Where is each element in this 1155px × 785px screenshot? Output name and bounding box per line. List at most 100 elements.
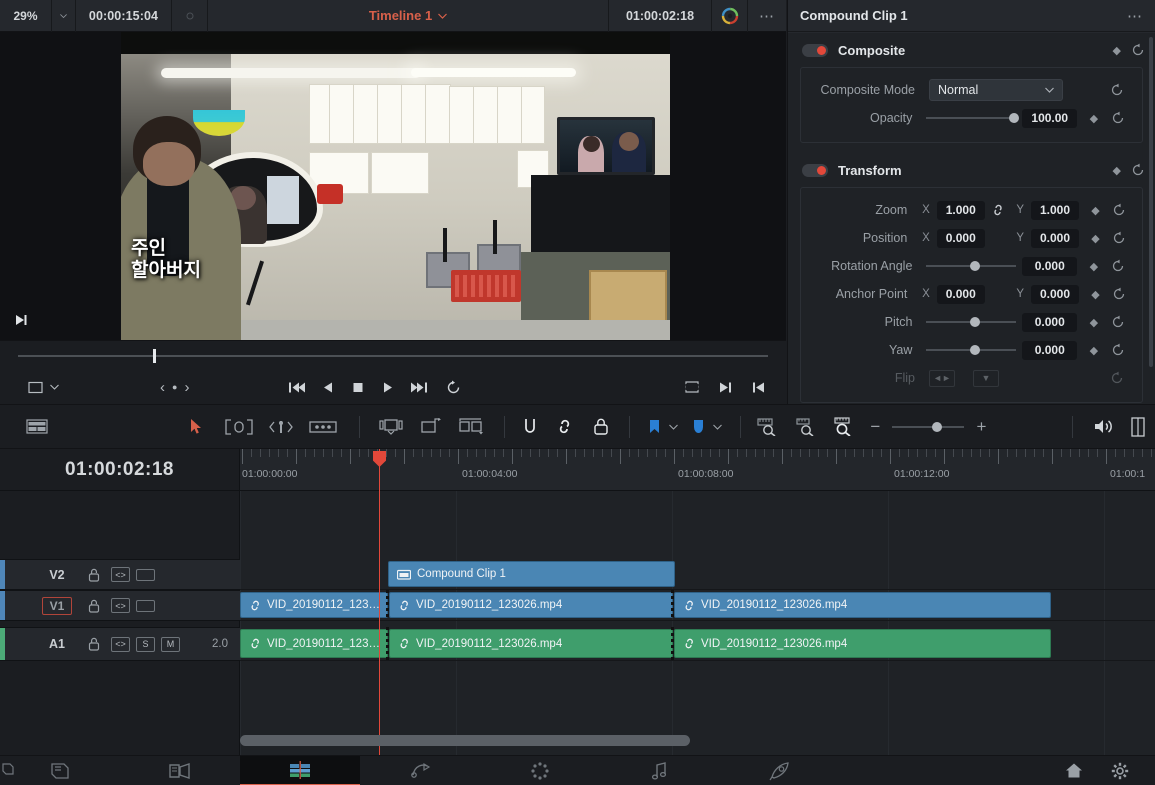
zoom-out-icon[interactable]: − xyxy=(870,417,880,437)
timeline-horizontal-scrollbar[interactable] xyxy=(240,735,1155,746)
timeline-title[interactable]: Timeline 1 xyxy=(208,0,608,32)
position-y-value[interactable]: 0.000 xyxy=(1030,228,1080,248)
anchor-point-x-value[interactable]: 0.000 xyxy=(936,284,985,304)
detail-zoom-icon[interactable] xyxy=(794,417,816,436)
audio-icon[interactable] xyxy=(1093,418,1113,435)
fit-to-window-icon[interactable] xyxy=(684,380,700,394)
keyframe-icon[interactable]: ◆ xyxy=(1083,260,1104,273)
transform-enable-toggle[interactable] xyxy=(802,163,828,177)
timeline-title-chevron-down-icon[interactable] xyxy=(438,13,448,19)
keyframe-icon[interactable]: ◆ xyxy=(1113,164,1121,177)
viewer-scrubber-handle[interactable] xyxy=(153,349,156,363)
yaw-value[interactable]: 0.000 xyxy=(1022,340,1078,360)
clip-audio-1[interactable]: VID_20190112_123… xyxy=(240,629,388,658)
reset-icon[interactable] xyxy=(1111,343,1134,357)
marker-icon[interactable] xyxy=(648,419,661,434)
next-marker-icon[interactable]: › xyxy=(184,379,189,396)
reset-icon[interactable] xyxy=(1131,163,1145,177)
marker-options-chevron-down-icon[interactable] xyxy=(668,424,678,430)
loop-icon[interactable] xyxy=(446,380,461,395)
track-name-a1[interactable]: A1 xyxy=(31,637,83,651)
video-enable-icon[interactable] xyxy=(136,599,155,612)
lane-a1[interactable]: VID_20190112_123… VID_20190112_123026.mp… xyxy=(240,627,1155,661)
reset-icon[interactable] xyxy=(1131,43,1145,57)
auto-select-icon[interactable]: <> xyxy=(111,636,130,652)
step-backward-icon[interactable] xyxy=(323,381,334,394)
play-icon[interactable] xyxy=(382,381,393,394)
keyframe-icon[interactable]: ◆ xyxy=(1083,344,1104,357)
prev-marker-icon[interactable]: ‹ xyxy=(160,379,165,396)
jump-to-start-icon[interactable] xyxy=(288,381,305,394)
track-header-a1[interactable]: A1 <> S M 2.0 xyxy=(0,627,240,661)
mark-out-icon[interactable] xyxy=(752,381,764,394)
overwrite-clip-icon[interactable] xyxy=(420,418,442,435)
media-page[interactable] xyxy=(0,756,120,785)
clip-video-3[interactable]: VID_20190112_123026.mp4 xyxy=(674,592,1051,618)
auto-select-icon[interactable]: <> xyxy=(111,598,130,613)
project-manager-icon[interactable] xyxy=(1065,762,1083,779)
edit-page[interactable] xyxy=(240,755,360,785)
zoom-in-icon[interactable]: + xyxy=(976,417,986,437)
rotation-angle-slider[interactable] xyxy=(926,257,1017,275)
left-edge-media-pool-icon[interactable] xyxy=(2,762,16,776)
lane-v2[interactable]: Compound Clip 1 xyxy=(240,559,1155,590)
clip-audio-3[interactable]: VID_20190112_123026.mp4 xyxy=(674,629,1051,658)
mark-in-icon[interactable] xyxy=(720,381,732,394)
flip-horizontal-button[interactable]: ◄► xyxy=(929,369,955,387)
timeline-view-options-icon[interactable] xyxy=(26,419,48,434)
snapping-icon[interactable] xyxy=(522,418,538,436)
flag-icon[interactable] xyxy=(692,419,705,434)
composite-mode-select[interactable]: Normal xyxy=(929,79,1063,101)
mute-button[interactable]: M xyxy=(161,636,180,652)
timeline-playhead[interactable] xyxy=(379,491,380,755)
deliver-page[interactable] xyxy=(720,756,840,785)
viewer-next-edit-icon[interactable] xyxy=(14,313,28,327)
lock-icon[interactable] xyxy=(83,598,105,614)
flip-vertical-button[interactable]: ▼ xyxy=(973,369,999,387)
timeline-viewer[interactable]: 주인 할아버지 xyxy=(0,32,786,340)
inspector-more-options-icon[interactable]: ⋯ xyxy=(1127,7,1143,25)
viewer-zoom-dropdown-icon[interactable] xyxy=(52,0,76,32)
zoom-x-value[interactable]: 1.000 xyxy=(936,200,985,220)
track-name-v1[interactable]: V1 xyxy=(42,596,72,615)
clip-video-2[interactable]: VID_20190112_123026.mp4 xyxy=(389,592,673,618)
linked-selection-icon[interactable] xyxy=(556,419,573,434)
insert-clip-icon[interactable] xyxy=(378,418,404,435)
viewer-more-options-icon[interactable]: ⋯ xyxy=(748,0,786,32)
timeline-timecode-box[interactable]: 01:00:02:18 xyxy=(0,449,240,491)
yaw-slider[interactable] xyxy=(926,341,1017,359)
zoom-slider[interactable] xyxy=(892,418,965,436)
reset-icon[interactable] xyxy=(1112,231,1134,245)
auto-select-icon[interactable]: <> xyxy=(111,567,130,582)
project-settings-icon[interactable] xyxy=(1111,762,1129,780)
flag-options-chevron-down-icon[interactable] xyxy=(712,424,722,430)
link-xy-icon[interactable] xyxy=(991,204,1010,216)
zoom-y-value[interactable]: 1.000 xyxy=(1030,200,1080,220)
keyframe-icon[interactable]: ◆ xyxy=(1085,232,1105,245)
rotation-angle-value[interactable]: 0.000 xyxy=(1022,256,1078,276)
keyframe-icon[interactable]: ◆ xyxy=(1083,112,1104,125)
dynamic-trim-mode-icon[interactable] xyxy=(267,419,295,435)
keyframe-icon[interactable]: ◆ xyxy=(1085,204,1105,217)
video-enable-icon[interactable] xyxy=(136,568,155,581)
lane-v1[interactable]: VID_20190112_123… VID_20190112_123026.mp… xyxy=(240,590,1155,621)
reset-icon[interactable] xyxy=(1111,259,1134,273)
clip-compound[interactable]: Compound Clip 1 xyxy=(388,561,675,587)
color-wheel-icon[interactable] xyxy=(712,0,748,32)
keyframe-icon[interactable]: ◆ xyxy=(1085,288,1105,301)
timeline-tracks[interactable]: Compound Clip 1 VID_20190112_123… VID_20… xyxy=(240,491,1155,755)
trim-edit-mode-icon[interactable] xyxy=(225,418,253,435)
reset-icon[interactable] xyxy=(1110,83,1134,97)
clip-video-1[interactable]: VID_20190112_123… xyxy=(240,592,388,618)
position-x-value[interactable]: 0.000 xyxy=(936,228,985,248)
lock-icon[interactable] xyxy=(83,567,105,583)
anchor-point-y-value[interactable]: 0.000 xyxy=(1030,284,1080,304)
resize-frame-icon[interactable] xyxy=(28,381,43,394)
zoom-to-fit-icon[interactable] xyxy=(756,417,778,436)
viewer-duration-timecode[interactable]: 00:00:15:04 xyxy=(76,0,172,32)
panel-layout-icon[interactable] xyxy=(1131,416,1145,437)
marker-dot-icon[interactable]: ● xyxy=(172,382,177,392)
viewer-zoom-value[interactable]: 29% xyxy=(0,0,52,32)
viewer-current-timecode[interactable]: 01:00:02:18 xyxy=(608,0,712,32)
pitch-value[interactable]: 0.000 xyxy=(1022,312,1078,332)
